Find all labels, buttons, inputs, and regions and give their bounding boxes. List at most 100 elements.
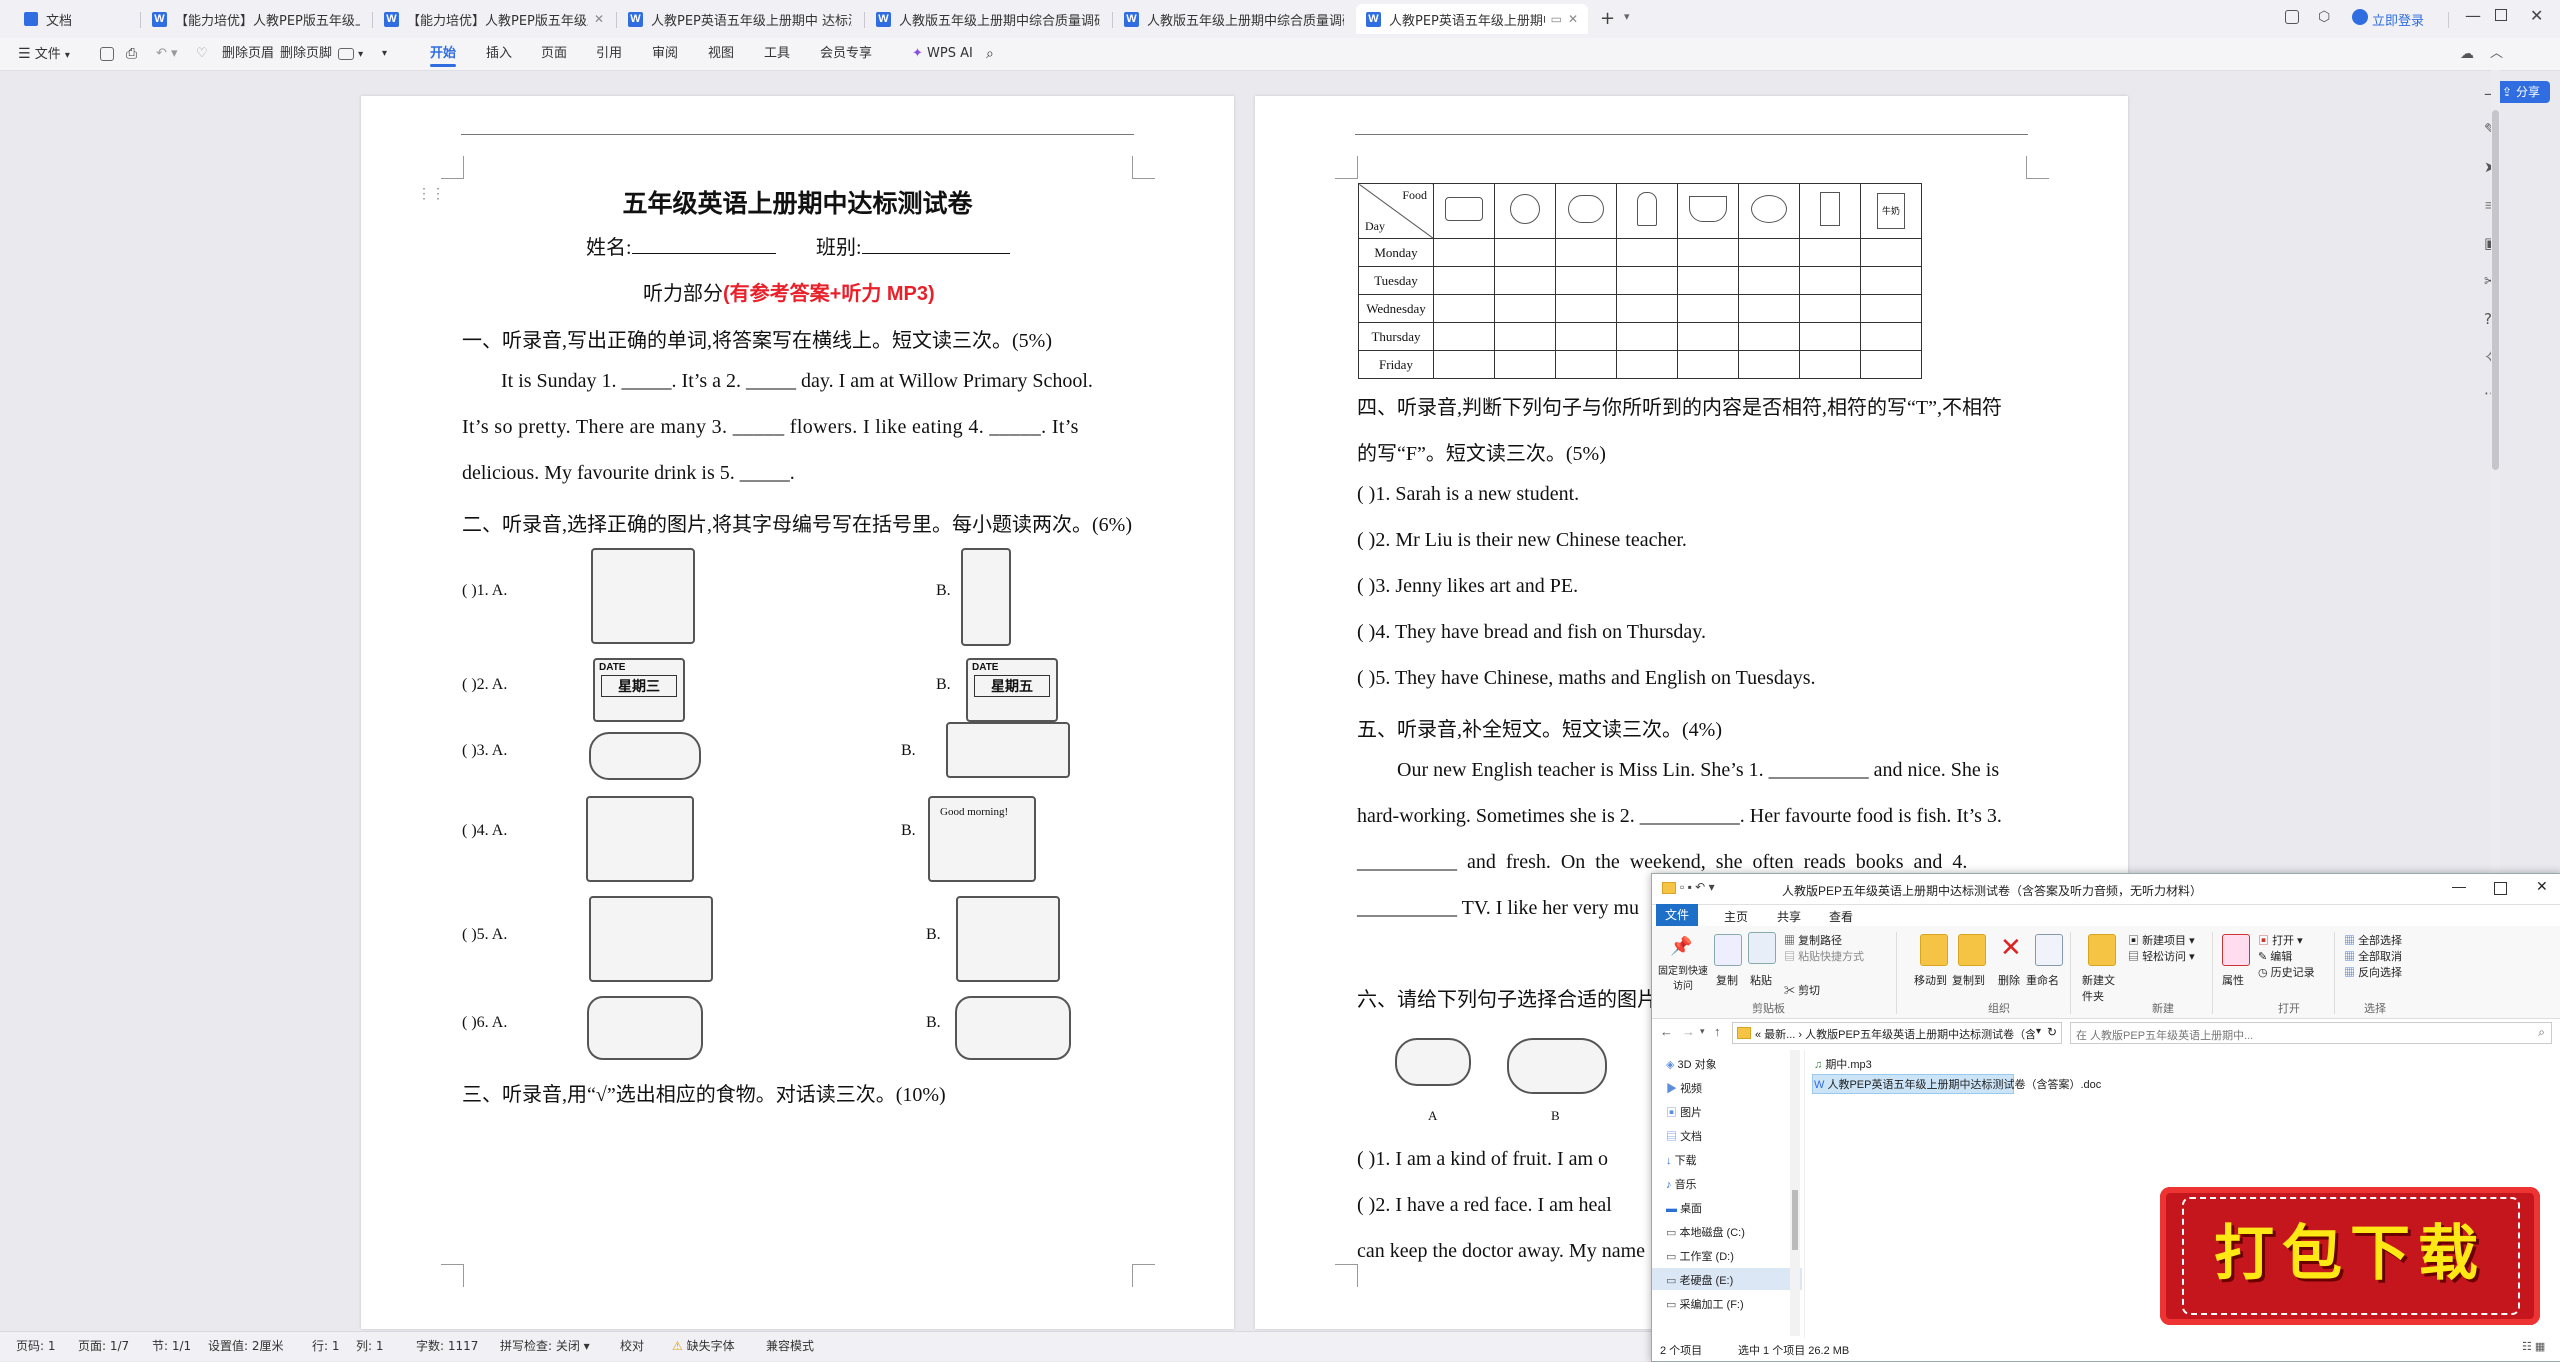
move-to-button[interactable]: 移动到 xyxy=(1914,972,1947,988)
paste-button[interactable]: 粘贴 xyxy=(1750,972,1772,988)
undo-icon[interactable]: ↶ ▾ xyxy=(156,38,178,70)
window-layout-icon[interactable] xyxy=(2285,10,2299,24)
select-all-button[interactable]: ▦ 全部选择 xyxy=(2344,932,2402,948)
restore-icon[interactable] xyxy=(2495,9,2507,21)
explorer-tab-file[interactable]: 文件 xyxy=(1656,904,1698,926)
properties-icon[interactable] xyxy=(2222,934,2250,966)
status-spellcheck[interactable]: 拼写检查: 关闭 ▾ xyxy=(500,1332,590,1361)
address-bar[interactable]: « 最新... › 人教版PEP五年级英语上册期中达标测试卷（含答案及听力音频，… xyxy=(1732,1022,2062,1044)
history-button[interactable]: ◷ 历史记录 xyxy=(2258,964,2315,980)
cloud-icon[interactable]: ☁ xyxy=(2460,38,2474,70)
tab-document-3[interactable]: W 人教PEP英语五年级上册期中 达标测 xyxy=(618,4,862,34)
print-icon[interactable]: ⎙ xyxy=(126,38,137,70)
status-pages[interactable]: 页面: 1/7 xyxy=(78,1332,129,1361)
move-to-icon[interactable] xyxy=(1920,934,1948,966)
forward-arrow-icon[interactable]: → xyxy=(1682,1024,1695,1039)
address-dropdown-icon[interactable]: ▾ xyxy=(2036,1026,2041,1037)
close-icon[interactable]: ✕ xyxy=(2536,878,2548,895)
tab-member[interactable]: 会员专享 xyxy=(820,38,872,70)
avatar-icon[interactable] xyxy=(2352,9,2368,25)
rename-button[interactable]: 重命名 xyxy=(2026,972,2059,988)
tab-home[interactable]: 开始 xyxy=(430,38,457,70)
quick-access-toolbar[interactable]: ▫ ▪ ↶ ▾ xyxy=(1680,880,1715,894)
copy-button[interactable]: 复制 xyxy=(1716,972,1738,988)
nav-pictures[interactable]: ▣ 图片 xyxy=(1666,1104,1702,1120)
copy-to-button[interactable]: 复制到 xyxy=(1952,972,1985,988)
delete-icon[interactable]: ✕ xyxy=(2000,932,2022,963)
paste-shortcut-button[interactable]: ▤ 粘贴快捷方式 xyxy=(1784,948,1864,964)
maximize-icon[interactable] xyxy=(2494,882,2507,895)
format-painter-icon[interactable]: ♡ xyxy=(196,38,208,70)
invert-selection-button[interactable]: ▦ 反向选择 xyxy=(2344,964,2402,980)
nav-drive-f[interactable]: ▭ 采编加工 (F:) xyxy=(1666,1296,1744,1312)
save-icon[interactable] xyxy=(100,38,114,70)
more-chevron-icon[interactable]: ▾ xyxy=(382,38,387,70)
new-folder-icon[interactable] xyxy=(2088,934,2116,966)
tab-document-active[interactable]: W 人教PEP英语五年级上册期中达 ▭ ✕ xyxy=(1356,4,1588,34)
tab-tools[interactable]: 工具 xyxy=(764,38,790,70)
delete-button[interactable]: 删除 xyxy=(1998,972,2020,988)
nav-scrollbar-thumb[interactable] xyxy=(1792,1190,1798,1250)
explorer-tab-share[interactable]: 共享 xyxy=(1777,908,1801,925)
nav-3d-objects[interactable]: ◈ 3D 对象 xyxy=(1666,1056,1717,1072)
search-icon[interactable]: ⌕ xyxy=(986,38,994,70)
tab-document-4[interactable]: W 人教版五年级上册期中综合质量调研卷 xyxy=(866,4,1110,34)
login-link[interactable]: 立即登录 xyxy=(2372,10,2424,29)
nav-videos[interactable]: ▶ 视频 xyxy=(1666,1080,1702,1096)
nav-drive-c[interactable]: ▭ 本地磁盘 (C:) xyxy=(1666,1224,1745,1240)
minimize-icon[interactable]: — xyxy=(2465,6,2481,25)
nav-music[interactable]: ♪ 音乐 xyxy=(1666,1176,1697,1192)
close-icon[interactable]: ✕ xyxy=(588,12,604,26)
scrollbar-thumb[interactable] xyxy=(2492,110,2499,470)
status-page-number[interactable]: 页码: 1 xyxy=(16,1332,56,1361)
easy-access-button[interactable]: ▤ 轻松访问 ▾ xyxy=(2128,948,2195,964)
rename-icon[interactable] xyxy=(2035,934,2063,966)
file-item-doc[interactable]: W 人教PEP英语五年级上册期中达标测试卷（含答案）.doc xyxy=(1814,1076,2101,1092)
file-menu-button[interactable]: ☰ 文件 ▾ xyxy=(18,38,70,70)
tab-review[interactable]: 审阅 xyxy=(652,38,678,70)
properties-button[interactable]: 属性 xyxy=(2222,972,2244,988)
minimize-icon[interactable]: — xyxy=(2452,878,2466,894)
download-banner[interactable]: 打包下载 xyxy=(2160,1175,2540,1325)
tab-document-5[interactable]: W 人教版五年级上册期中综合质量调研卷 xyxy=(1114,4,1354,34)
tab-references[interactable]: 引用 xyxy=(596,38,622,70)
status-setting[interactable]: 设置值: 2厘米 xyxy=(208,1332,284,1361)
copy-to-icon[interactable] xyxy=(1958,934,1986,966)
search-icon[interactable]: ⌕ xyxy=(2538,1025,2545,1040)
nav-downloads[interactable]: ↓ 下载 xyxy=(1666,1152,1697,1168)
shape-icon[interactable]: ▾ xyxy=(338,38,363,70)
status-row[interactable]: 行: 1 xyxy=(312,1332,340,1361)
edit-button[interactable]: ✎ 编辑 xyxy=(2258,948,2292,964)
tab-view[interactable]: 视图 xyxy=(708,38,734,70)
delete-header-button[interactable]: 删除页眉 xyxy=(222,38,274,70)
tab-document-1[interactable]: W 【能力培优】人教PEP版五年级上册英 xyxy=(142,4,370,34)
status-proofread[interactable]: 校对 xyxy=(620,1332,644,1361)
status-missing-font[interactable]: ⚠ 缺失字体 xyxy=(672,1332,735,1361)
cube-icon[interactable]: ⬡ xyxy=(2318,9,2330,25)
open-button[interactable]: ▣ 打开 ▾ xyxy=(2258,932,2303,948)
nav-desktop[interactable]: ▬ 桌面 xyxy=(1666,1200,1702,1216)
explorer-tab-home[interactable]: 主页 xyxy=(1724,908,1748,925)
file-item-mp3[interactable]: ♫ 期中.mp3 xyxy=(1814,1056,1872,1072)
new-item-button[interactable]: ▣ 新建项目 ▾ xyxy=(2128,932,2195,948)
copy-icon[interactable] xyxy=(1714,934,1742,966)
cut-button[interactable]: ✂ 剪切 xyxy=(1784,982,1820,998)
pin-icon[interactable]: 📌 xyxy=(1670,936,1692,957)
pin-quick-access-button[interactable]: 固定到快速访问 xyxy=(1656,962,1710,992)
tab-document-2[interactable]: W 【能力培优】人教PEP版五年级上册 ✕ xyxy=(374,4,614,34)
new-folder-button[interactable]: 新建文件夹 xyxy=(2082,972,2122,1004)
nav-drive-e[interactable]: ▭ 老硬盘 (E:) xyxy=(1666,1272,1733,1288)
wps-ai-button[interactable]: ✦ WPS AI xyxy=(912,38,973,70)
nav-scrollbar[interactable] xyxy=(1790,1050,1800,1336)
refresh-icon[interactable]: ↻ xyxy=(2047,1025,2057,1039)
select-none-button[interactable]: ▦ 全部取消 xyxy=(2344,948,2402,964)
paste-icon[interactable] xyxy=(1748,932,1776,964)
nav-documents[interactable]: ▤ 文档 xyxy=(1666,1128,1702,1144)
delete-footer-button[interactable]: 删除页脚 xyxy=(280,38,332,70)
up-arrow-icon[interactable]: ↑ xyxy=(1714,1024,1721,1039)
tab-dropdown-chevron-icon[interactable]: ▾ xyxy=(1624,10,1630,23)
explorer-tab-view[interactable]: 查看 xyxy=(1829,908,1853,925)
status-col[interactable]: 列: 1 xyxy=(356,1332,384,1361)
copy-path-button[interactable]: ▦ 复制路径 xyxy=(1784,932,1842,948)
tab-page[interactable]: 页面 xyxy=(541,38,567,70)
